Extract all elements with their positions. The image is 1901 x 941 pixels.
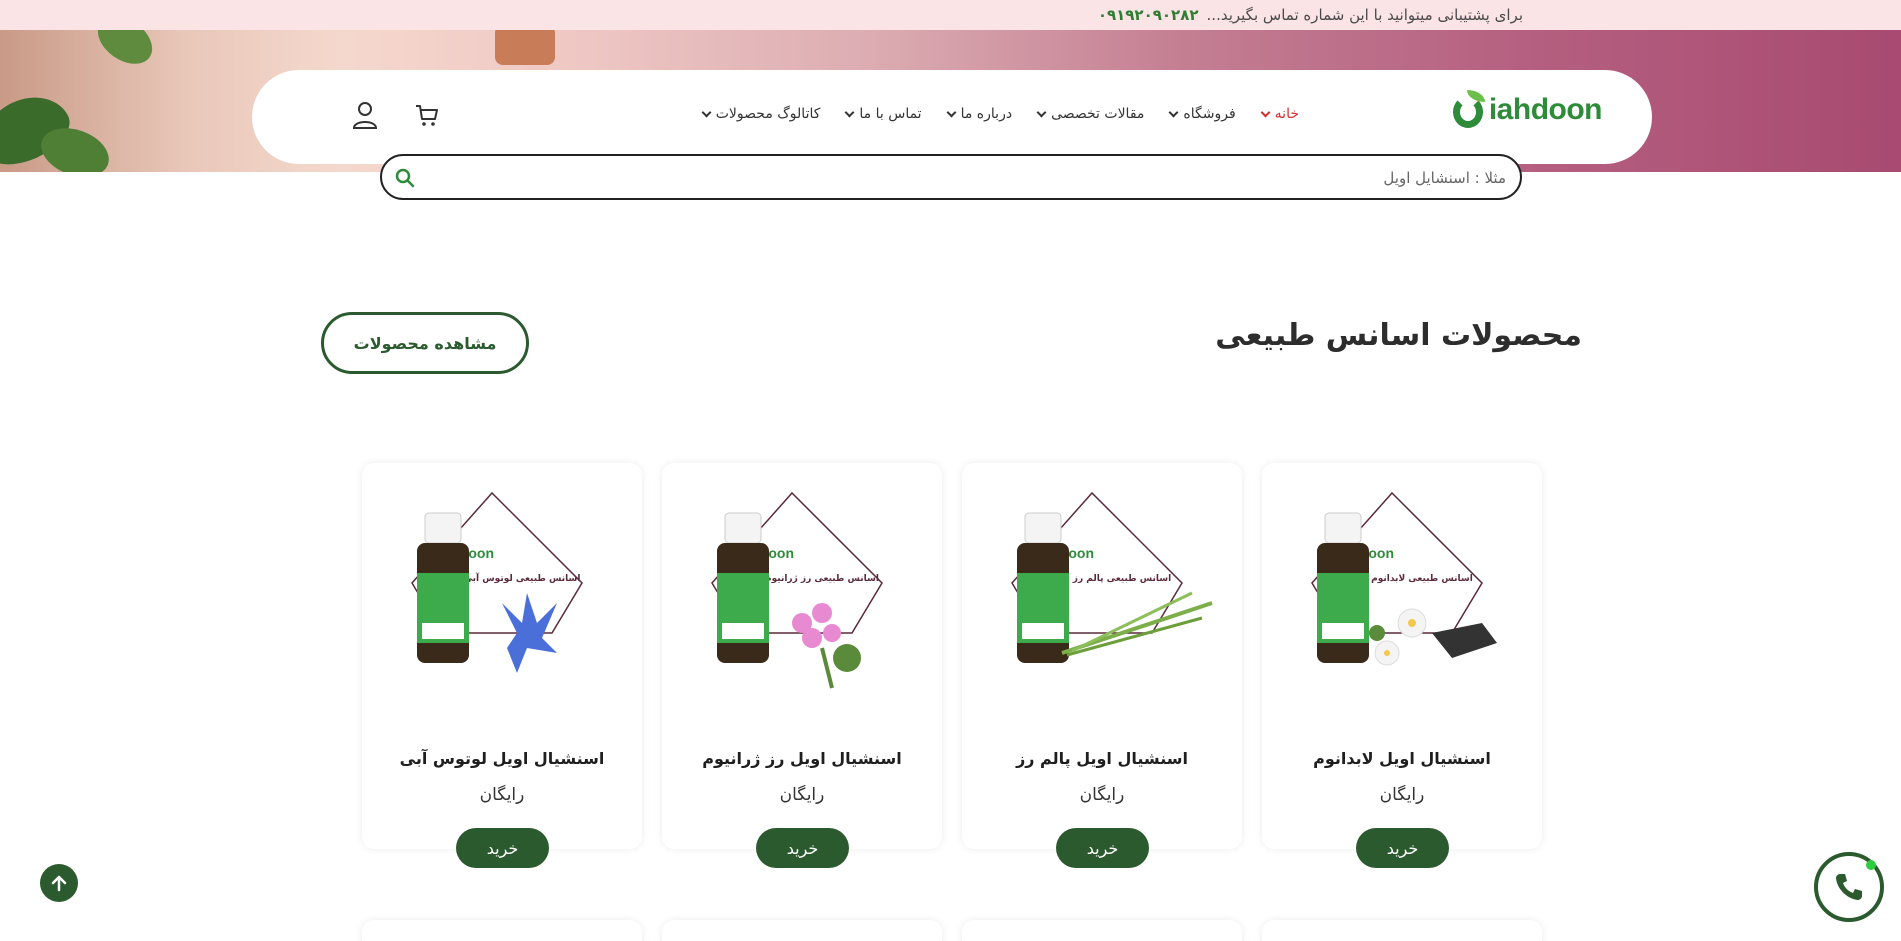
- nav-item-label: درباره ما: [960, 106, 1013, 122]
- product-name[interactable]: اسنشیال اویل لوتوس آبی: [362, 749, 642, 768]
- svg-text:اسانس طبیعی رز ژرانیوم: اسانس طبیعی رز ژرانیوم: [765, 574, 879, 584]
- product-price: رایگان: [779, 785, 825, 805]
- product-image[interactable]: iahdoon اسانس طبیعی رز ژرانیوم: [682, 483, 922, 703]
- chevron-down-icon: [1168, 107, 1179, 117]
- search-icon[interactable]: [394, 167, 416, 189]
- nav-item-label: مقالات تخصصی: [1051, 106, 1145, 122]
- buy-button[interactable]: خرید: [456, 828, 549, 868]
- support-text: برای پشتیبانی میتوانید با این شماره تماس…: [1206, 6, 1523, 24]
- chevron-down-icon: [844, 107, 855, 117]
- product-name[interactable]: اسنشیال اویل رز ژرانیوم: [662, 749, 942, 768]
- nav-item-about[interactable]: درباره ما: [935, 106, 1025, 122]
- product-image[interactable]: iahdoon اسانس طبیعی لابدانوم: [1282, 483, 1522, 703]
- hero-banner: iahdoon خانه فروشگاه مقالات تخصصی درباره…: [0, 30, 1901, 172]
- nav-item-label: فروشگاه: [1183, 106, 1236, 122]
- product-card[interactable]: iahdoon اسانس طبیعی لوتوس آبی اسنشیال او…: [362, 463, 642, 868]
- buy-button[interactable]: خرید: [1056, 828, 1149, 868]
- bottle-decoration: [495, 30, 555, 65]
- cart-icon[interactable]: [412, 100, 442, 130]
- site-header: iahdoon خانه فروشگاه مقالات تخصصی درباره…: [252, 70, 1652, 164]
- nav-item-label: کاتالوگ محصولات: [715, 106, 821, 122]
- nav-item-contact[interactable]: تماس با ما: [833, 106, 934, 122]
- nav-item-shop[interactable]: فروشگاه: [1157, 106, 1248, 122]
- user-icon[interactable]: [350, 100, 380, 130]
- logo-wordmark: iahdoon: [1488, 93, 1603, 126]
- online-indicator: [1866, 860, 1876, 870]
- buy-button[interactable]: خرید: [1356, 828, 1449, 868]
- product-card[interactable]: [362, 920, 642, 941]
- support-phone[interactable]: ۰۹۱۹۲۰۹۰۲۸۲: [1098, 6, 1199, 24]
- product-price: رایگان: [1379, 785, 1425, 805]
- product-price: رایگان: [1079, 785, 1125, 805]
- buy-button[interactable]: خرید: [756, 828, 849, 868]
- nav-item-label: خانه: [1274, 106, 1299, 122]
- support-bar: برای پشتیبانی میتوانید با این شماره تماس…: [0, 0, 1901, 30]
- search-bar: [380, 154, 1522, 200]
- main-nav: خانه فروشگاه مقالات تخصصی درباره ما تماس…: [690, 106, 1312, 122]
- call-button[interactable]: [1814, 852, 1884, 922]
- logo-mark-icon: [1452, 90, 1487, 130]
- leaf-decoration: [88, 30, 162, 74]
- arrow-up-icon: [51, 875, 67, 892]
- phone-icon: [1836, 874, 1862, 900]
- product-name[interactable]: اسنشیال اویل لابدانوم: [1262, 749, 1542, 768]
- product-card[interactable]: [962, 920, 1242, 941]
- svg-text:اسانس طبیعی لوتوس آبی: اسانس طبیعی لوتوس آبی: [464, 572, 581, 584]
- product-card[interactable]: iahdoon اسانس طبیعی لابدانوم اسنشیال اوی…: [1262, 463, 1542, 868]
- product-grid-next-row: [362, 920, 1542, 941]
- product-name[interactable]: اسنشیال اویل پالم رز: [962, 749, 1242, 768]
- section-title: محصولات اسانس طبیعی: [1215, 318, 1582, 353]
- product-image[interactable]: iahdoon اسانس طبیعی پالم رز: [982, 483, 1222, 703]
- product-card[interactable]: [662, 920, 942, 941]
- product-image[interactable]: iahdoon اسانس طبیعی لوتوس آبی: [382, 483, 622, 703]
- product-card[interactable]: iahdoon اسانس طبیعی پالم رز اسنشیال اویل…: [962, 463, 1242, 868]
- product-grid: iahdoon اسانس طبیعی لوتوس آبی اسنشیال او…: [362, 463, 1542, 868]
- nav-item-home[interactable]: خانه: [1249, 106, 1312, 122]
- site-logo[interactable]: iahdoon: [1452, 90, 1603, 130]
- scroll-to-top-button[interactable]: [40, 864, 78, 902]
- product-card[interactable]: iahdoon اسانس طبیعی رز ژرانیوم اسنشیال ا…: [662, 463, 942, 868]
- chevron-down-icon: [946, 107, 957, 117]
- nav-item-catalog[interactable]: کاتالوگ محصولات: [690, 106, 834, 122]
- nav-item-label: تماس با ما: [859, 106, 922, 122]
- view-products-button[interactable]: مشاهده محصولات: [321, 312, 529, 374]
- product-price: رایگان: [479, 785, 525, 805]
- search-input[interactable]: [446, 164, 1506, 192]
- svg-text:اسانس طبیعی پالم رز: اسانس طبیعی پالم رز: [1072, 574, 1171, 584]
- chevron-down-icon: [701, 107, 712, 117]
- nav-item-articles[interactable]: مقالات تخصصی: [1025, 106, 1157, 122]
- chevron-down-icon: [1260, 107, 1271, 117]
- product-card[interactable]: [1262, 920, 1542, 941]
- chevron-down-icon: [1036, 107, 1047, 117]
- svg-text:اسانس طبیعی لابدانوم: اسانس طبیعی لابدانوم: [1371, 574, 1473, 584]
